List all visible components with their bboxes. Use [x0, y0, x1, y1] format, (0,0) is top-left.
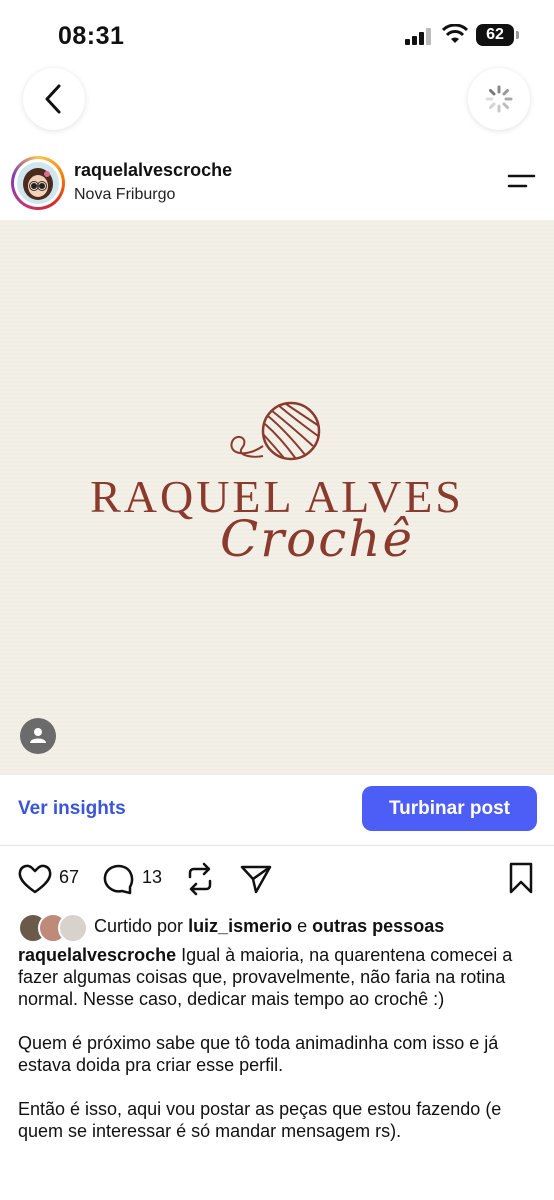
caption-text-3: Então é isso, aqui vou postar as peças q… [18, 1099, 502, 1141]
repost-icon[interactable] [184, 861, 216, 897]
liked-by-row[interactable]: Curtido por luiz_ismerio e outras pessoa… [18, 912, 548, 943]
liked-by-user[interactable]: luiz_ismerio [188, 916, 292, 936]
liked-by-prefix: Curtido por [94, 916, 184, 936]
liked-by-joiner: e [297, 916, 308, 936]
menu-icon[interactable] [506, 172, 536, 192]
bookmark-icon[interactable] [507, 861, 535, 895]
comment-count[interactable]: 13 [142, 867, 162, 888]
liker-avatar [58, 913, 88, 943]
post-image[interactable]: RAQUEL ALVES Crochê [0, 220, 554, 775]
back-icon [45, 84, 61, 114]
post-location[interactable]: Nova Friburgo [74, 186, 175, 204]
tag-people-button[interactable] [20, 718, 56, 754]
liked-by-text: Curtido por luiz_ismerio e outras pessoa… [94, 916, 444, 937]
liked-by-others[interactable]: outras pessoas [312, 916, 444, 936]
post-header: raquelalvescroche Nova Friburgo [0, 150, 554, 220]
avatar-image [17, 162, 59, 204]
signal-icon [405, 28, 431, 45]
avatar-illustration [23, 168, 53, 200]
status-bar: 08:31 62 [0, 0, 554, 60]
share-icon[interactable] [239, 863, 273, 895]
battery-indicator: 62 [476, 24, 514, 46]
back-button[interactable] [23, 68, 85, 130]
logo-subtitle: Crochê [220, 510, 415, 568]
yarn-ball-icon [230, 401, 321, 461]
person-tag-icon [30, 728, 46, 743]
wifi-icon [442, 24, 468, 43]
caption-text-2: Quem é próximo sabe que tô toda animadin… [18, 1033, 499, 1075]
status-time: 08:31 [58, 22, 125, 50]
boost-post-button[interactable]: Turbinar post [362, 786, 537, 831]
like-count[interactable]: 67 [59, 867, 79, 888]
heart-icon[interactable] [18, 863, 52, 895]
loading-button[interactable] [468, 68, 530, 130]
liked-by-avatars [18, 912, 90, 943]
post-caption: raquelalvescroche Igual à maioria, na qu… [18, 944, 538, 1164]
post-username[interactable]: raquelalvescroche [74, 160, 232, 181]
view-insights-link[interactable]: Ver insights [18, 798, 126, 820]
comment-icon[interactable] [101, 863, 135, 895]
loading-icon [485, 85, 513, 113]
avatar[interactable] [11, 156, 65, 210]
insights-bar: Ver insights Turbinar post [0, 775, 554, 846]
battery-cap [516, 31, 519, 39]
post-action-bar: 67 13 [0, 855, 554, 903]
caption-username[interactable]: raquelalvescroche [18, 945, 176, 965]
